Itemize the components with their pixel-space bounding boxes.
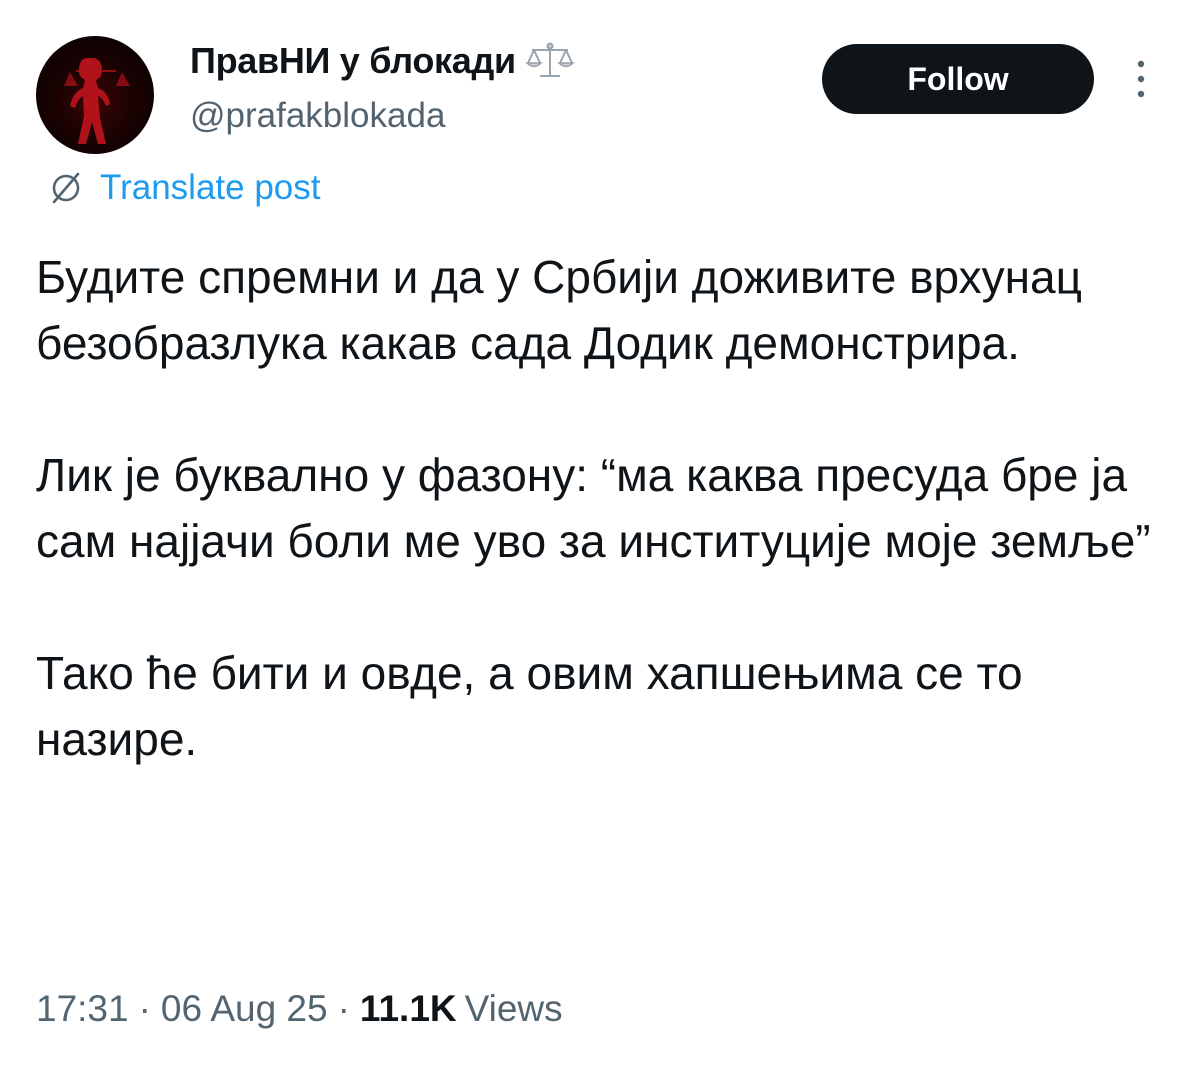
translate-post-label[interactable]: Translate post <box>100 168 320 208</box>
globe-icon <box>46 168 86 208</box>
author-handle[interactable]: @prafakblokada <box>190 96 445 136</box>
meta-separator: · <box>337 988 350 1029</box>
post-date[interactable]: 06 Aug 25 <box>161 988 328 1030</box>
translate-post-link[interactable]: Translate post <box>46 168 320 208</box>
avatar-image <box>64 58 130 144</box>
post-paragraph: Будите спремни и да у Србији доживите вр… <box>36 251 1082 369</box>
follow-button[interactable]: Follow <box>822 44 1094 114</box>
scales-icon <box>524 41 576 81</box>
post-paragraph: Тако ће бити и овде, а овим хапшењима се… <box>36 647 1023 765</box>
views-count: 11.1K <box>359 988 457 1029</box>
author-display-name[interactable]: ПравНИ у блокади <box>190 40 516 82</box>
post-paragraph: Лик је буквално у фазону: “ма каква прес… <box>36 449 1151 567</box>
more-vertical-icon[interactable] <box>1126 56 1156 102</box>
meta-separator: · <box>138 988 151 1029</box>
post-time[interactable]: 17:31 <box>36 988 129 1030</box>
post-body: Будите спремни и да у Србији доживите вр… <box>36 244 1166 838</box>
author-name-row[interactable]: ПравНИ у блокади <box>190 40 576 82</box>
post-meta: 17:31 · 06 Aug 25 · 11.1K Views <box>36 988 563 1030</box>
views-label: Views <box>464 988 563 1029</box>
avatar[interactable] <box>36 36 154 154</box>
